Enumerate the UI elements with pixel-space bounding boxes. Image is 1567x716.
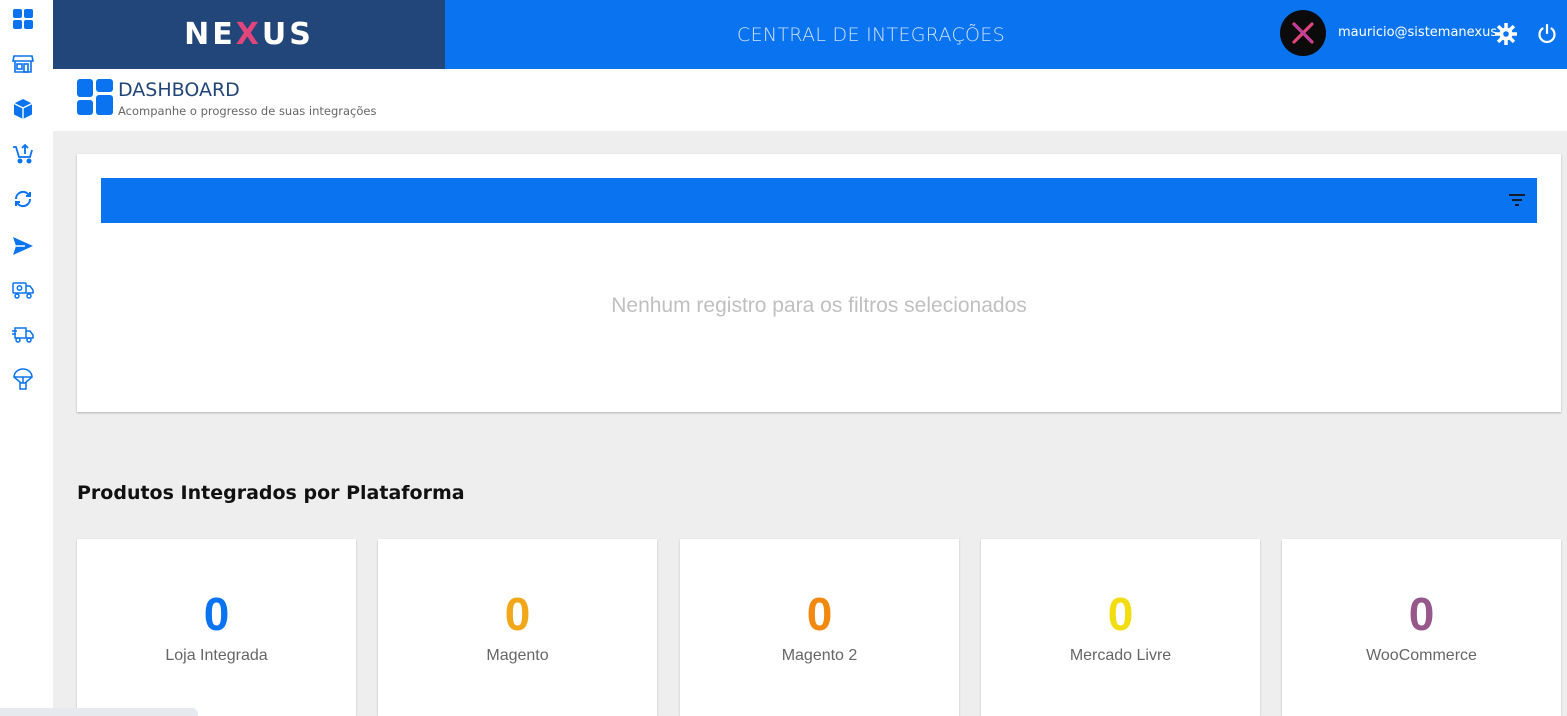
stat-label: Mercado Livre [1069,647,1172,664]
stat-label: Magento [486,647,549,664]
sidebar-item-send[interactable] [11,234,35,258]
sidebar-item-freight[interactable] [11,278,35,302]
empty-message: Nenhum registro para os filtros selecion… [611,294,1027,317]
stat-value: 0 [806,588,833,640]
cart-upload-icon [13,143,33,164]
section-title: Produtos Integrados por Plataforma [77,482,465,504]
sidebar-item-orders[interactable] [11,142,35,166]
page-subtitle: Acompanhe o progresso de suas integraçõe… [118,104,377,118]
stat-card-mercado-livre[interactable]: 0 Mercado Livre [981,539,1260,716]
x-logo-icon [1292,22,1314,44]
stat-card-woocommerce[interactable]: 0 WooCommerce [1282,539,1561,716]
logout-button[interactable] [1536,23,1558,45]
stat-label: Magento 2 [781,647,858,664]
app-title: CENTRAL DE INTEGRAÇÕES [737,23,1005,46]
sidebar [0,0,53,716]
stat-label: WooCommerce [1366,647,1477,664]
stat-card-loja-integrada[interactable]: 0 Loja Integrada [77,539,356,716]
sidebar-item-dashboard[interactable] [11,7,35,31]
stat-label: Loja Integrada [165,647,268,664]
status-bar [0,708,198,716]
filter-icon [1509,194,1525,206]
sidebar-item-sync[interactable] [11,187,35,211]
store-icon [12,55,34,73]
stat-value: 0 [1107,588,1134,640]
avatar[interactable] [1280,10,1326,56]
sidebar-item-shipping[interactable] [11,322,35,346]
stat-card-magento[interactable]: 0 Magento [378,539,657,716]
top-bar: NEXUS CENTRAL DE INTEGRAÇÕES mauricio@si… [53,0,1567,69]
filter-bar [101,178,1537,223]
truck-money-icon [12,282,34,299]
delivery-truck-icon [12,327,34,343]
page-header: DASHBOARD Acompanhe o progresso de suas … [53,69,1567,131]
sidebar-item-dropship[interactable] [11,367,35,391]
stat-value: 0 [203,588,230,640]
user-email: mauricio@sistemanexus [1338,25,1498,40]
power-icon [1538,23,1556,44]
stat-value: 0 [1408,588,1435,640]
integrations-card: Nenhum registro para os filtros selecion… [77,154,1561,412]
page-title: DASHBOARD [118,79,240,101]
sidebar-item-products[interactable] [11,97,35,121]
box-icon [13,99,33,119]
parachute-package-icon [13,368,33,390]
filter-button[interactable] [1507,190,1527,210]
settings-button[interactable] [1495,23,1517,45]
brand-logo[interactable]: NEXUS [53,0,445,69]
stat-card-magento-2[interactable]: 0 Magento 2 [680,539,959,716]
dashboard-icon [13,9,33,29]
dashboard-icon [77,79,113,115]
logo-text: NEXUS [184,17,314,52]
stat-value: 0 [504,588,531,640]
send-icon [13,237,33,255]
gear-icon [1495,23,1517,45]
sidebar-item-store[interactable] [11,52,35,76]
sync-icon [14,190,32,208]
